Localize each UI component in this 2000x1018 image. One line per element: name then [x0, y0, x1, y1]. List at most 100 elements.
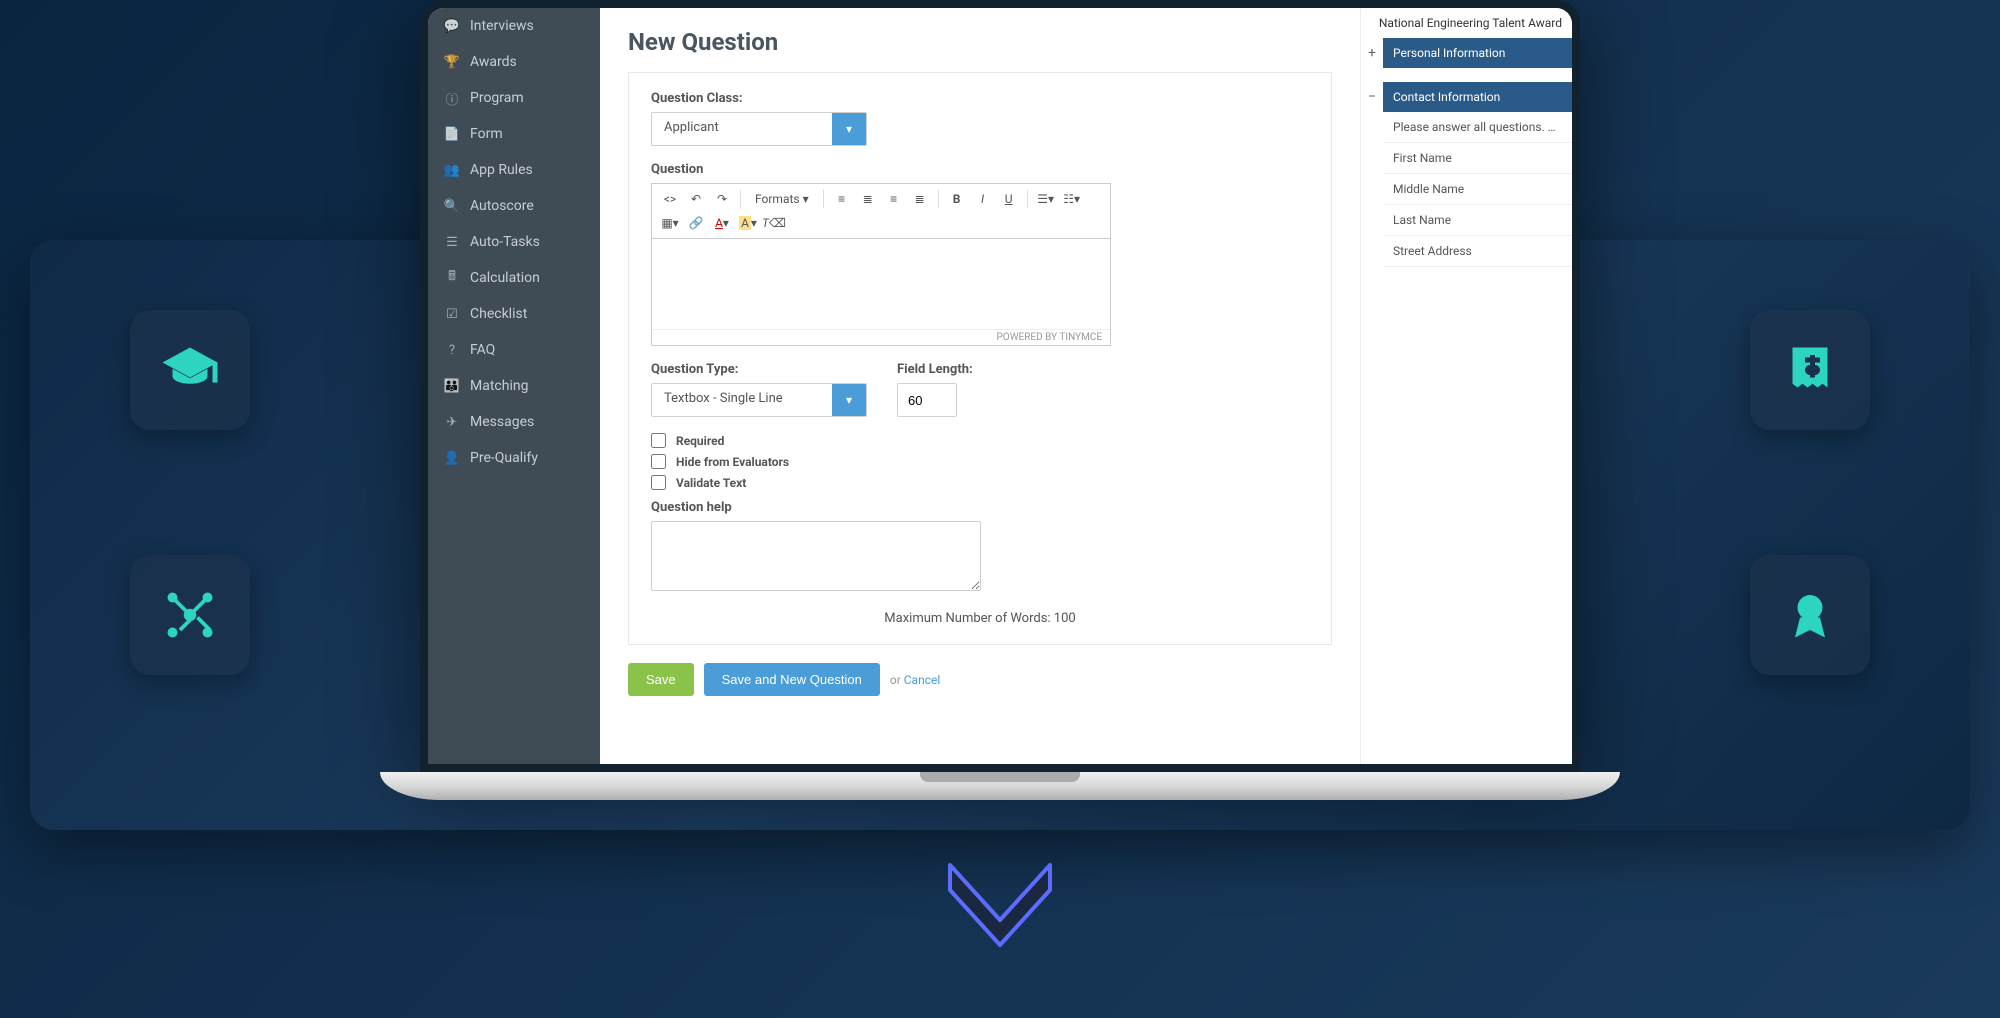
- italic-icon[interactable]: I: [971, 188, 995, 210]
- sidebar-item-matching[interactable]: 👪 Matching: [428, 368, 600, 404]
- max-words-text: Maximum Number of Words: 100: [651, 611, 1309, 626]
- align-right-icon[interactable]: ≡: [882, 188, 906, 210]
- table-icon[interactable]: ▦▾: [658, 212, 682, 234]
- question-help-textarea[interactable]: [651, 521, 981, 591]
- list-item[interactable]: Middle Name: [1383, 174, 1572, 205]
- sidebar-item-faq[interactable]: ? FAQ: [428, 332, 600, 368]
- sidebar-item-checklist[interactable]: ☑ Checklist: [428, 296, 600, 332]
- hide-evaluators-checkbox[interactable]: [651, 454, 666, 469]
- chat-icon: 💬: [444, 18, 460, 34]
- sidebar-item-app-rules[interactable]: 👥App Rules: [428, 152, 600, 188]
- laptop-notch: [920, 772, 1080, 782]
- editor-body[interactable]: [652, 239, 1110, 329]
- bold-icon[interactable]: B: [945, 188, 969, 210]
- calculator-icon: 🖩: [444, 270, 460, 286]
- question-class-label: Question Class:: [651, 91, 1309, 106]
- separator: [740, 190, 741, 208]
- align-center-icon[interactable]: ≣: [856, 188, 880, 210]
- list-item[interactable]: First Name: [1383, 143, 1572, 174]
- list-item[interactable]: Street Address: [1383, 236, 1572, 267]
- question-help-label: Question help: [651, 500, 1309, 515]
- editor-toolbar: <> ↶ ↷ Formats ▾ ≡ ≣ ≡ ≣: [652, 184, 1110, 239]
- undo-icon[interactable]: ↶: [684, 188, 708, 210]
- sidebar-item-label: Autoscore: [470, 198, 534, 214]
- redo-icon[interactable]: ↷: [710, 188, 734, 210]
- field-length-input[interactable]: [897, 383, 957, 417]
- question-type-label: Question Type:: [651, 362, 867, 377]
- question-icon: ?: [444, 342, 460, 358]
- sidebar-item-awards[interactable]: 🏆 Awards: [428, 44, 600, 80]
- formats-dropdown[interactable]: Formats ▾: [747, 188, 817, 210]
- link-icon[interactable]: 🔗: [684, 212, 708, 234]
- list-item[interactable]: Please answer all questions. …: [1383, 112, 1572, 143]
- question-type-select[interactable]: Textbox - Single Line: [651, 383, 867, 417]
- people-icon: 👪: [444, 378, 460, 394]
- collapse-icon[interactable]: −: [1361, 82, 1383, 112]
- sidebar-item-label: Pre-Qualify: [470, 450, 538, 466]
- trophy-icon: 🏆: [444, 54, 460, 70]
- sidebar-item-label: Interviews: [470, 18, 534, 34]
- bg-color-icon[interactable]: A▾: [736, 212, 760, 234]
- clear-format-icon[interactable]: T⌫: [762, 212, 786, 234]
- question-class-select[interactable]: Applicant: [651, 112, 867, 146]
- required-checkbox[interactable]: [651, 433, 666, 448]
- sidebar-item-program[interactable]: ⓘProgram: [428, 80, 600, 116]
- save-button[interactable]: Save: [628, 663, 694, 696]
- user-icon: 👤: [444, 450, 460, 466]
- expand-icon[interactable]: +: [1361, 38, 1383, 68]
- award-title: National Engineering Talent Award: [1361, 8, 1572, 38]
- question-class-value: Applicant: [652, 113, 832, 145]
- numbered-list-icon[interactable]: ☷▾: [1060, 188, 1084, 210]
- separator: [938, 190, 939, 208]
- save-and-new-button[interactable]: Save and New Question: [704, 663, 880, 696]
- sidebar-item-label: FAQ: [470, 342, 495, 358]
- laptop-base: [380, 772, 1620, 800]
- question-type-value: Textbox - Single Line: [652, 384, 832, 416]
- text-color-icon[interactable]: A▾: [710, 212, 734, 234]
- sidebar-item-interviews[interactable]: 💬 Interviews: [428, 8, 600, 44]
- info-icon: ⓘ: [444, 90, 460, 106]
- main-content: New Question Question Class: Applicant Q…: [600, 8, 1360, 764]
- sidebar-item-label: Calculation: [470, 270, 540, 286]
- sidebar-item-label: Form: [470, 126, 503, 142]
- align-left-icon[interactable]: ≡: [830, 188, 854, 210]
- sidebar-item-messages[interactable]: ✈ Messages: [428, 404, 600, 440]
- section-contact-info[interactable]: Contact Information: [1383, 82, 1572, 112]
- hide-evaluators-label: Hide from Evaluators: [676, 455, 789, 469]
- send-icon: ✈: [444, 414, 460, 430]
- check-icon: ☑: [444, 306, 460, 322]
- sidebar-item-form[interactable]: 📄Form: [428, 116, 600, 152]
- section-personal-info[interactable]: Personal Information: [1383, 38, 1572, 68]
- sidebar-item-pre-qualify[interactable]: 👤 Pre-Qualify: [428, 440, 600, 476]
- cancel-wrapper: or Cancel: [890, 673, 940, 687]
- right-panel: National Engineering Talent Award + Pers…: [1360, 8, 1572, 764]
- sidebar-item-label: Awards: [470, 54, 517, 70]
- field-length-label: Field Length:: [897, 362, 973, 377]
- chevron-down-icon[interactable]: [832, 384, 866, 416]
- list-item[interactable]: Last Name: [1383, 205, 1572, 236]
- sidebar: 💬 Interviews 🏆 Awards ⓘProgram 📄Form 👥App …: [428, 8, 600, 764]
- grad-cap-icon: [130, 310, 250, 430]
- align-justify-icon[interactable]: ≣: [908, 188, 932, 210]
- sidebar-item-calculation[interactable]: 🖩 Calculation: [428, 260, 600, 296]
- sidebar-item-label: Checklist: [470, 306, 527, 322]
- question-label: Question: [651, 162, 1309, 177]
- list-icon: ☰: [444, 234, 460, 250]
- sidebar-item-label: Auto-Tasks: [470, 234, 540, 250]
- network-icon: [130, 555, 250, 675]
- cancel-link[interactable]: Cancel: [904, 673, 941, 687]
- bullet-list-icon[interactable]: ☰▾: [1034, 188, 1058, 210]
- chevron-down-icon[interactable]: [832, 113, 866, 145]
- code-icon[interactable]: <>: [658, 188, 682, 210]
- sidebar-item-label: Matching: [470, 378, 528, 394]
- sidebar-item-label: Messages: [470, 414, 534, 430]
- sidebar-item-auto-tasks[interactable]: ☰ Auto-Tasks: [428, 224, 600, 260]
- question-list: Please answer all questions. … First Nam…: [1383, 112, 1572, 267]
- validate-text-checkbox[interactable]: [651, 475, 666, 490]
- form-card: Question Class: Applicant Question <> ↶: [628, 72, 1332, 645]
- underline-icon[interactable]: U: [997, 188, 1021, 210]
- search-icon: 🔍: [444, 198, 460, 214]
- users-icon: 👥: [444, 162, 460, 178]
- cancel-prefix: or: [890, 673, 904, 687]
- sidebar-item-autoscore[interactable]: 🔍 Autoscore: [428, 188, 600, 224]
